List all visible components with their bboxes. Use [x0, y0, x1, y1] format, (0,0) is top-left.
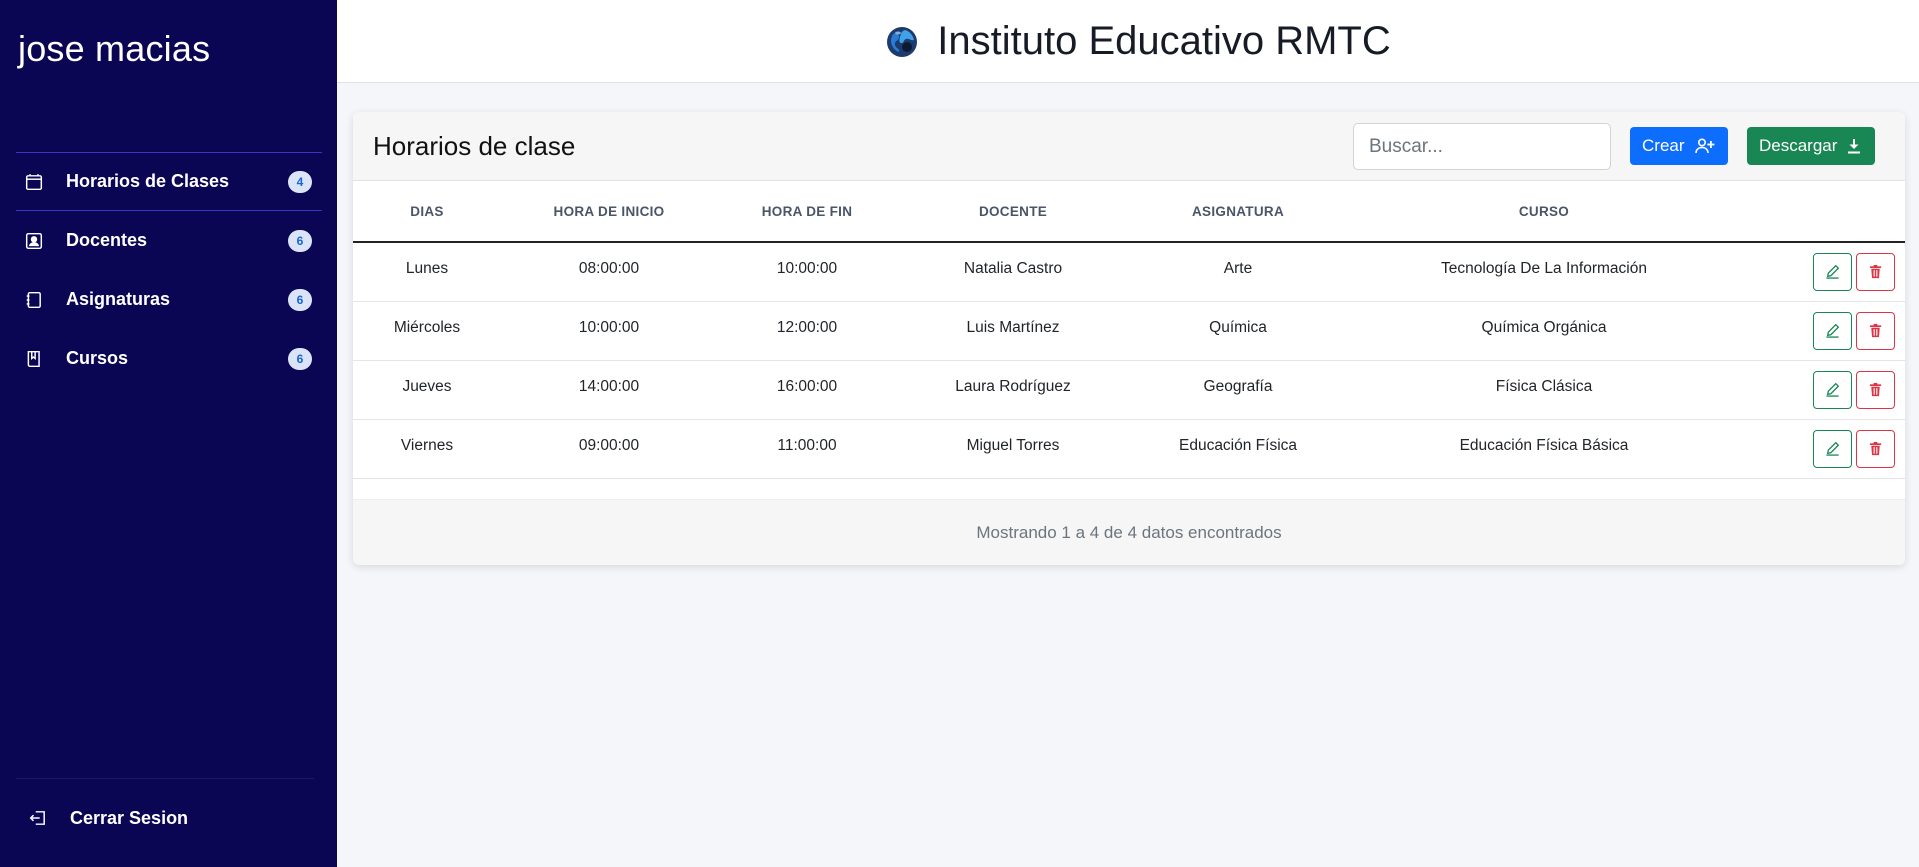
- column-header[interactable]: HORA DE INICIO: [501, 181, 717, 243]
- pencil-icon: [1826, 323, 1840, 338]
- edit-button[interactable]: [1813, 252, 1852, 291]
- user-name: jose macias: [18, 28, 211, 69]
- trash-icon: [1869, 382, 1882, 397]
- edit-button[interactable]: [1813, 311, 1852, 350]
- row-actions: [1741, 419, 1905, 479]
- column-header[interactable]: DIAS: [353, 181, 501, 243]
- edit-button[interactable]: [1813, 370, 1852, 409]
- logout-button[interactable]: Cerrar Sesion: [16, 796, 316, 840]
- sidebar-item-docentes[interactable]: Docentes 6: [16, 211, 322, 270]
- trash-icon: [1869, 323, 1882, 338]
- cell-start-time: 09:00:00: [501, 419, 717, 479]
- pagination-info: Mostrando 1 a 4 de 4 datos encontrados: [976, 522, 1282, 542]
- row-actions: [1741, 360, 1905, 420]
- table-row: Lunes 08:00:00 10:00:00 Natalia Castro A…: [353, 242, 1905, 302]
- download-button[interactable]: Descargar: [1747, 127, 1875, 165]
- column-header[interactable]: ASIGNATURA: [1129, 181, 1347, 243]
- count-badge: 6: [288, 229, 312, 252]
- sidebar-divider: [16, 778, 314, 779]
- delete-button[interactable]: [1856, 429, 1895, 468]
- column-header[interactable]: HORA DE FIN: [717, 181, 897, 243]
- cell-end-time: 10:00:00: [717, 242, 897, 302]
- sidebar: jose macias Horarios de Clases 4 Docente…: [0, 0, 337, 867]
- table-header-row: DIAS HORA DE INICIO HORA DE FIN DOCENTE …: [353, 181, 1905, 243]
- table-row: Miércoles 10:00:00 12:00:00 Luis Martíne…: [353, 301, 1905, 361]
- cell-subject: Geografía: [1129, 360, 1347, 420]
- globe-icon: [885, 24, 919, 58]
- table-row: Jueves 14:00:00 16:00:00 Laura Rodríguez…: [353, 360, 1905, 420]
- pencil-icon: [1826, 265, 1840, 279]
- cell-subject: Arte: [1129, 242, 1347, 302]
- trash-icon: [1869, 441, 1882, 456]
- schedule-card: Horarios de clase Crear Descargar: [353, 112, 1905, 565]
- delete-button[interactable]: [1856, 311, 1895, 350]
- cell-subject: Química: [1129, 301, 1347, 361]
- edit-button[interactable]: [1813, 429, 1852, 468]
- cell-day: Viernes: [353, 419, 501, 479]
- schedule-table: DIAS HORA DE INICIO HORA DE FIN DOCENTE …: [353, 181, 1905, 479]
- cell-course: Física Clásica: [1347, 360, 1741, 420]
- card-header: Horarios de clase Crear Descargar: [353, 112, 1905, 181]
- sidebar-item-label: Horarios de Clases: [66, 171, 230, 191]
- cell-day: Miércoles: [353, 301, 501, 361]
- search-input[interactable]: [1353, 123, 1611, 170]
- person-badge-icon: [24, 231, 44, 251]
- create-button-label: Crear: [1642, 136, 1685, 155]
- person-add-icon: [1694, 138, 1715, 154]
- column-header[interactable]: DOCENTE: [897, 181, 1129, 243]
- sidebar-item-cursos[interactable]: Cursos 6: [16, 329, 322, 388]
- sidebar-nav: Horarios de Clases 4 Docentes 6 Asignatu…: [16, 152, 322, 388]
- download-icon: [1847, 138, 1861, 154]
- delete-button[interactable]: [1856, 370, 1895, 409]
- cell-teacher: Laura Rodríguez: [897, 360, 1129, 420]
- sidebar-item-label: Cursos: [66, 348, 129, 368]
- sidebar-item-horarios[interactable]: Horarios de Clases 4: [16, 152, 322, 211]
- cell-course: Química Orgánica: [1347, 301, 1741, 361]
- card-title: Horarios de clase: [373, 130, 576, 161]
- cell-end-time: 16:00:00: [717, 360, 897, 420]
- count-badge: 6: [288, 288, 312, 311]
- sidebar-item-label: Docentes: [66, 230, 148, 250]
- table-row: Viernes 09:00:00 11:00:00 Miguel Torres …: [353, 419, 1905, 479]
- cell-teacher: Luis Martínez: [897, 301, 1129, 361]
- table-footer: Mostrando 1 a 4 de 4 datos encontrados: [353, 499, 1905, 565]
- delete-button[interactable]: [1856, 252, 1895, 291]
- cell-course: Tecnología De La Información: [1347, 242, 1741, 302]
- count-badge: 4: [288, 170, 312, 193]
- logout-icon: [28, 808, 48, 828]
- cell-teacher: Miguel Torres: [897, 419, 1129, 479]
- row-actions: [1741, 242, 1905, 302]
- pencil-icon: [1826, 382, 1840, 397]
- cell-end-time: 12:00:00: [717, 301, 897, 361]
- cell-course: Educación Física Básica: [1347, 419, 1741, 479]
- logout-label: Cerrar Sesion: [70, 807, 189, 828]
- pencil-icon: [1826, 441, 1840, 456]
- column-header[interactable]: CURSO: [1347, 181, 1741, 243]
- journal-icon: [24, 290, 44, 310]
- count-badge: 6: [288, 347, 312, 370]
- top-header: Instituto Educativo RMTC: [337, 0, 1919, 83]
- cell-day: Lunes: [353, 242, 501, 302]
- sidebar-item-asignaturas[interactable]: Asignaturas 6: [16, 270, 322, 329]
- create-button[interactable]: Crear: [1630, 127, 1728, 165]
- cell-start-time: 14:00:00: [501, 360, 717, 420]
- cell-day: Jueves: [353, 360, 501, 420]
- app-title: Instituto Educativo RMTC: [937, 18, 1391, 63]
- cell-subject: Educación Física: [1129, 419, 1347, 479]
- bookmark-book-icon: [24, 349, 44, 369]
- trash-icon: [1869, 265, 1882, 279]
- calendar-icon: [24, 172, 44, 192]
- cell-end-time: 11:00:00: [717, 419, 897, 479]
- cell-teacher: Natalia Castro: [897, 242, 1129, 302]
- sidebar-item-label: Asignaturas: [66, 289, 171, 309]
- cell-start-time: 08:00:00: [501, 242, 717, 302]
- cell-start-time: 10:00:00: [501, 301, 717, 361]
- column-header-actions: [1741, 181, 1905, 243]
- download-button-label: Descargar: [1759, 136, 1838, 155]
- row-actions: [1741, 301, 1905, 361]
